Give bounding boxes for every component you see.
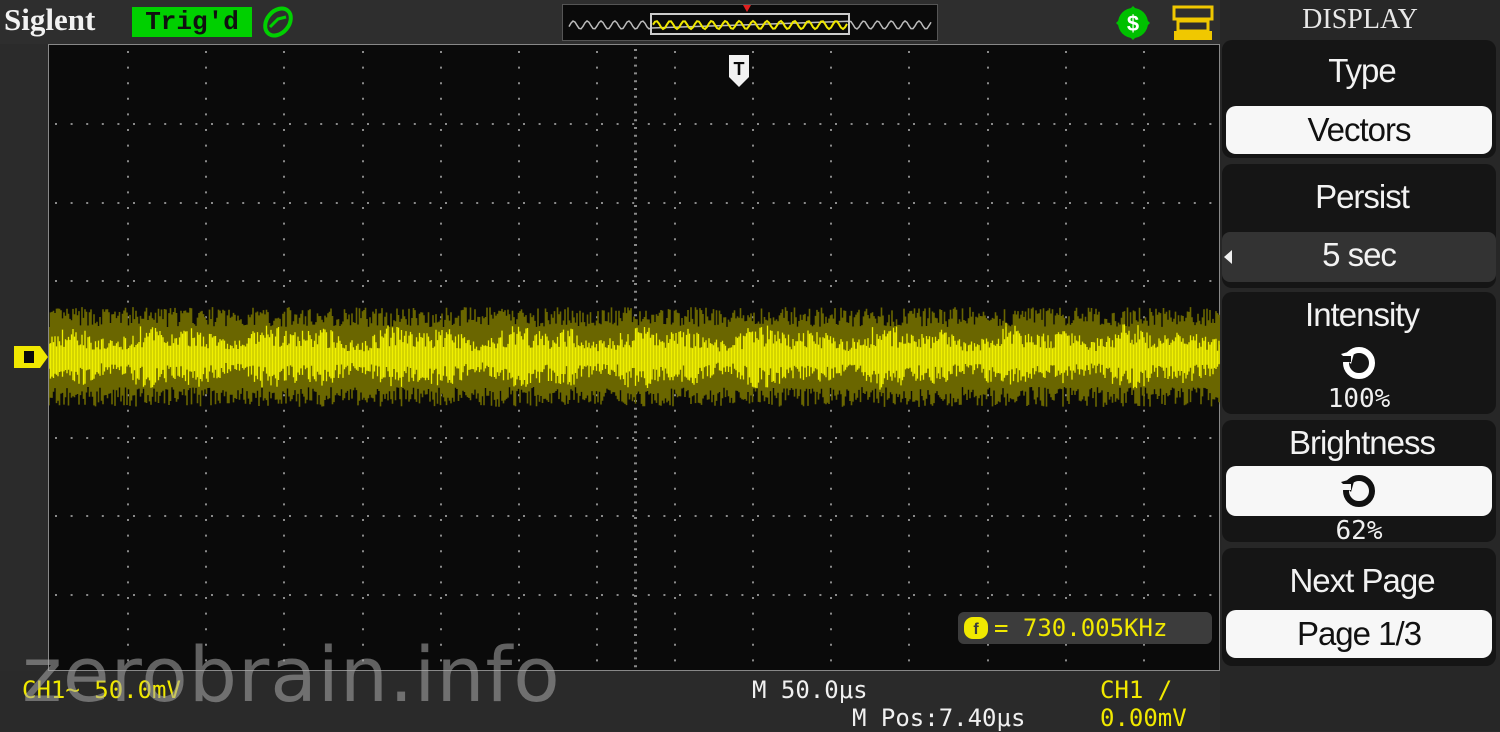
top-status-bar: Siglent Trig'd $: [0, 0, 1220, 44]
intensity-softkey[interactable]: Intensity 100%: [1222, 292, 1496, 414]
memory-overview: [562, 4, 938, 41]
svg-text:f: f: [973, 621, 979, 638]
rotate-knob-icon: [1339, 475, 1375, 507]
rotate-knob-icon: [1339, 347, 1375, 379]
menu-title: DISPLAY: [1302, 4, 1418, 35]
persist-softkey[interactable]: Persist 5 sec: [1222, 164, 1496, 288]
frequency-icon: f: [964, 617, 988, 639]
timebase: M 50.0μs: [752, 676, 868, 704]
svg-text:$: $: [1127, 11, 1139, 36]
brightness-label: Brightness: [1289, 424, 1436, 461]
brightness-softkey[interactable]: Brightness 62%: [1222, 420, 1496, 546]
status-icons: $: [1110, 3, 1220, 48]
type-value: Vectors: [1226, 106, 1492, 154]
trigger-time-marker: T: [729, 55, 749, 87]
trigger-settings: CH1 ∕ 0.00mV: [1100, 676, 1187, 732]
brand-logo: Siglent: [4, 2, 96, 37]
type-label: Type: [1328, 52, 1397, 89]
memory-overview-waveform: [568, 5, 932, 35]
trigger-status-badge: Trig'd: [132, 7, 252, 37]
brightness-value: 62%: [1335, 516, 1383, 546]
usb-printer-icon: [1172, 5, 1214, 40]
frequency-readout: f = 730.005KHz: [958, 612, 1212, 644]
brightness-knob-area: [1226, 466, 1492, 516]
next-page-softkey[interactable]: Next Page Page 1/3: [1222, 548, 1496, 666]
persist-label: Persist: [1315, 178, 1410, 215]
trigger-edge-icon: [263, 6, 293, 38]
frequency-value: = 730.005KHz: [994, 614, 1168, 642]
ch1-ground-marker[interactable]: [14, 346, 48, 368]
waveform-display[interactable]: T: [48, 44, 1221, 671]
persist-value: 5 sec: [1322, 236, 1397, 273]
intensity-value: 100%: [1327, 384, 1391, 414]
dollar-icon: $: [1116, 6, 1150, 40]
graticule: T: [49, 49, 1221, 668]
type-softkey[interactable]: Type Vectors: [1222, 40, 1496, 158]
watermark: zerobrain.info: [22, 630, 561, 719]
next-page-label: Next Page: [1289, 562, 1435, 599]
svg-text:T: T: [734, 59, 745, 79]
horizontal-position: M Pos:7.40μs: [852, 704, 1026, 732]
intensity-label: Intensity: [1305, 296, 1420, 333]
page-indicator: Page 1/3: [1226, 610, 1492, 658]
display-menu: DISPLAY Type Vectors Persist 5 sec Inten…: [1220, 0, 1500, 731]
trigger-position-marker: [743, 5, 751, 12]
